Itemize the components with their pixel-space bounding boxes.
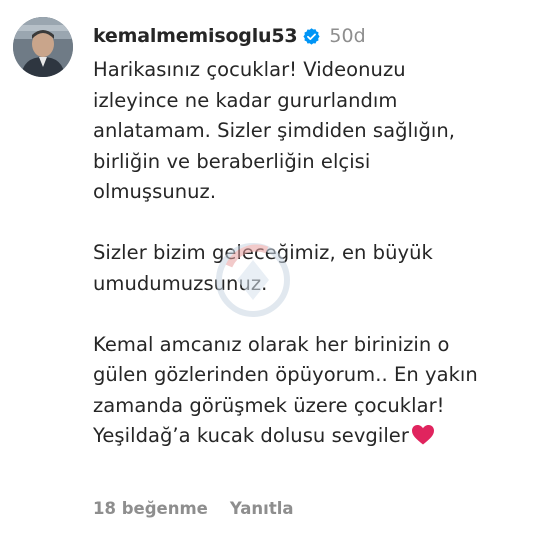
username[interactable]: kemalmemisoglu53	[93, 25, 298, 47]
comment-header: kemalmemisoglu53 50d	[93, 22, 366, 50]
text-line: umudumuzsunuz.	[93, 271, 268, 295]
text-line: Yeşildağ’a kucak dolusu sevgiler	[93, 424, 409, 447]
comment: kemalmemisoglu53 50d Harikasınız çocukla…	[0, 0, 538, 543]
text-line: zamanda görüşmek üzere çocuklar!	[93, 393, 445, 417]
text-line: Sizler bizim geleceğimiz, en büyük	[93, 241, 433, 264]
text-line: anlatamam. Sizler şimdiden sağlığın,	[93, 119, 456, 142]
comment-paragraph: Sizler bizim geleceğimiz, en büyük umudu…	[93, 238, 533, 299]
comment-text: Harikasınız çocuklar! Videonuzu izleyinc…	[93, 55, 533, 452]
timestamp: 50d	[329, 25, 366, 47]
text-line: olmuşsunuz.	[93, 180, 217, 203]
red-heart-icon	[411, 424, 435, 445]
avatar[interactable]	[13, 17, 73, 77]
text-line-last: Yeşildağ’a kucak dolusu sevgiler	[93, 421, 533, 452]
text-line: gülen gözlerinden öpüyorum.. En yakın	[93, 363, 478, 386]
verified-badge-icon	[302, 27, 321, 46]
comment-paragraph: Harikasınız çocuklar! Videonuzu izleyinc…	[93, 55, 533, 208]
text-line: Harikasınız çocuklar! Videonuzu	[93, 58, 406, 81]
text-line: Kemal amcanız olarak her birinizin o	[93, 332, 450, 356]
text-line: izleyince ne kadar gururlandım	[93, 88, 398, 112]
comment-actions: 18 beğenme Yanıtla	[93, 499, 294, 518]
text-line: birliğin ve beraberliğin elçisi	[93, 149, 371, 173]
likes-count-button[interactable]: 18 beğenme	[93, 499, 208, 518]
reply-button[interactable]: Yanıtla	[230, 499, 294, 518]
comment-paragraph: Kemal amcanız olarak her birinizin o gül…	[93, 330, 533, 452]
